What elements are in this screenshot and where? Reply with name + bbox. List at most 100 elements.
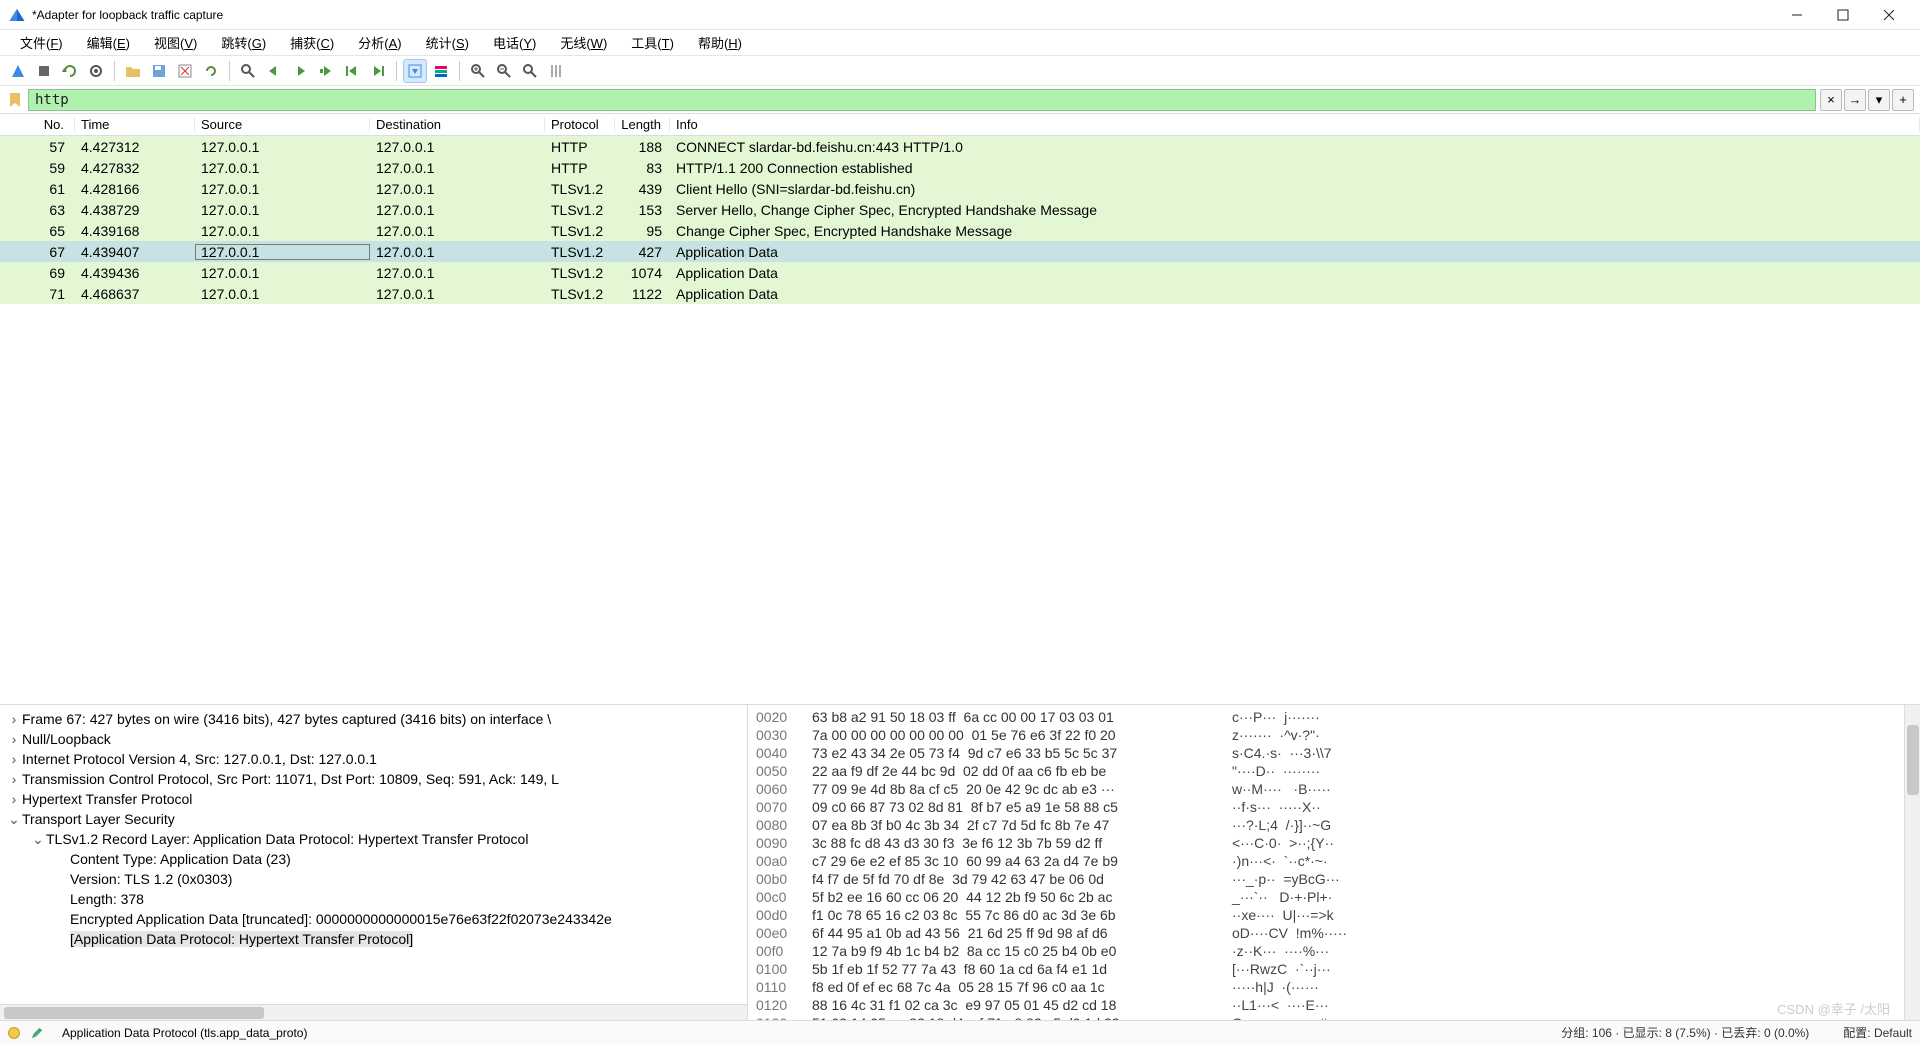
minimize-button[interactable] <box>1774 0 1820 30</box>
tree-item[interactable]: ⌄Transport Layer Security <box>0 809 747 829</box>
zoom-reset-icon[interactable] <box>518 59 542 83</box>
tree-item[interactable]: Encrypted Application Data [truncated]: … <box>0 909 747 929</box>
hex-row[interactable]: 01005b 1f eb 1f 52 77 7a 43 f8 60 1a cd … <box>756 961 1912 979</box>
go-to-packet-icon[interactable] <box>314 59 338 83</box>
hex-row[interactable]: 00f012 7a b9 f9 4b 1c b4 b2 8a cc 15 c0 … <box>756 943 1912 961</box>
hex-row[interactable]: 013051 02 14 05 ae 82 18 d4 ef 71 a8 82 … <box>756 1015 1912 1020</box>
tree-hscrollbar[interactable] <box>0 1004 747 1020</box>
column-no[interactable]: No. <box>0 117 75 132</box>
menu-item[interactable]: 视图(V) <box>142 30 209 55</box>
hex-row[interactable]: 00e06f 44 95 a1 0b ad 43 56 21 6d 25 ff … <box>756 925 1912 943</box>
menu-item[interactable]: 捕获(C) <box>278 30 346 55</box>
packet-row[interactable]: 654.439168127.0.0.1127.0.0.1TLSv1.295Cha… <box>0 220 1920 241</box>
hex-row[interactable]: 006077 09 9e 4d 8b 8a cf c5 20 0e 42 9c … <box>756 781 1912 799</box>
start-capture-icon[interactable] <box>6 59 30 83</box>
packet-row[interactable]: 694.439436127.0.0.1127.0.0.1TLSv1.21074A… <box>0 262 1920 283</box>
filter-clear-button[interactable]: × <box>1820 89 1842 111</box>
tree-item[interactable]: ›Hypertext Transfer Protocol <box>0 789 747 809</box>
hex-row[interactable]: 00a0c7 29 6e e2 ef 85 3c 10 60 99 a4 63 … <box>756 853 1912 871</box>
zoom-in-icon[interactable] <box>466 59 490 83</box>
chevron-right-icon[interactable]: › <box>6 711 22 727</box>
chevron-right-icon[interactable]: › <box>6 751 22 767</box>
tree-item[interactable]: Length: 378 <box>0 889 747 909</box>
menu-item[interactable]: 统计(S) <box>414 30 481 55</box>
menu-item[interactable]: 跳转(G) <box>209 30 278 55</box>
menu-item[interactable]: 电话(Y) <box>481 30 548 55</box>
go-last-icon[interactable] <box>366 59 390 83</box>
zoom-out-icon[interactable] <box>492 59 516 83</box>
column-length[interactable]: Length <box>615 117 670 132</box>
hex-row[interactable]: 012088 16 4c 31 f1 02 ca 3c e9 97 05 01 … <box>756 997 1912 1015</box>
menu-item[interactable]: 文件(F) <box>8 30 75 55</box>
packet-row[interactable]: 634.438729127.0.0.1127.0.0.1TLSv1.2153Se… <box>0 199 1920 220</box>
column-destination[interactable]: Destination <box>370 117 545 132</box>
go-forward-icon[interactable] <box>288 59 312 83</box>
menu-item[interactable]: 帮助(H) <box>686 30 754 55</box>
column-source[interactable]: Source <box>195 117 370 132</box>
find-packet-icon[interactable] <box>236 59 260 83</box>
column-protocol[interactable]: Protocol <box>545 117 615 132</box>
hex-row[interactable]: 00903c 88 fc d8 43 d3 30 f3 3e f6 12 3b … <box>756 835 1912 853</box>
close-button[interactable] <box>1866 0 1912 30</box>
menu-item[interactable]: 分析(A) <box>346 30 413 55</box>
packet-bytes-pane[interactable]: 002063 b8 a2 91 50 18 03 ff 6a cc 00 00 … <box>748 705 1920 1020</box>
filter-apply-button[interactable]: → <box>1844 89 1866 111</box>
stop-capture-icon[interactable] <box>32 59 56 83</box>
tree-item[interactable]: Content Type: Application Data (23) <box>0 849 747 869</box>
hex-row[interactable]: 008007 ea 8b 3f b0 4c 3b 34 2f c7 7d 5d … <box>756 817 1912 835</box>
chevron-right-icon[interactable]: › <box>6 731 22 747</box>
go-back-icon[interactable] <box>262 59 286 83</box>
chevron-right-icon[interactable]: › <box>6 771 22 787</box>
tree-item[interactable]: ›Null/Loopback <box>0 729 747 749</box>
go-first-icon[interactable] <box>340 59 364 83</box>
packet-row[interactable]: 674.439407127.0.0.1127.0.0.1TLSv1.2427Ap… <box>0 241 1920 262</box>
filter-bookmark-icon[interactable] <box>6 91 24 109</box>
restart-capture-icon[interactable] <box>58 59 82 83</box>
reload-file-icon[interactable] <box>199 59 223 83</box>
hex-row[interactable]: 007009 c0 66 87 73 02 8d 81 8f b7 e5 a9 … <box>756 799 1912 817</box>
edit-icon[interactable] <box>30 1026 44 1040</box>
filter-add-button[interactable]: + <box>1892 89 1914 111</box>
tree-item[interactable]: ›Frame 67: 427 bytes on wire (3416 bits)… <box>0 709 747 729</box>
status-profile[interactable]: 配置: Default <box>1843 1024 1912 1041</box>
tree-item[interactable]: Version: TLS 1.2 (0x0303) <box>0 869 747 889</box>
packet-details-tree[interactable]: ›Frame 67: 427 bytes on wire (3416 bits)… <box>0 705 748 1020</box>
hex-row[interactable]: 00d0f1 0c 78 65 16 c2 03 8c 55 7c 86 d0 … <box>756 907 1912 925</box>
tree-item[interactable]: ›Transmission Control Protocol, Src Port… <box>0 769 747 789</box>
hex-row[interactable]: 002063 b8 a2 91 50 18 03 ff 6a cc 00 00 … <box>756 709 1912 727</box>
maximize-button[interactable] <box>1820 0 1866 30</box>
column-info[interactable]: Info <box>670 117 1920 132</box>
tree-item[interactable]: ›Internet Protocol Version 4, Src: 127.0… <box>0 749 747 769</box>
column-time[interactable]: Time <box>75 117 195 132</box>
hex-row[interactable]: 00c05f b2 ee 16 60 cc 06 20 44 12 2b f9 … <box>756 889 1912 907</box>
menu-item[interactable]: 编辑(E) <box>75 30 142 55</box>
resize-columns-icon[interactable] <box>544 59 568 83</box>
hex-row[interactable]: 004073 e2 43 34 2e 05 73 f4 9d c7 e6 33 … <box>756 745 1912 763</box>
hex-row[interactable]: 00b0f4 f7 de 5f fd 70 df 8e 3d 79 42 63 … <box>756 871 1912 889</box>
hex-vscrollbar[interactable] <box>1904 705 1920 1020</box>
tree-label: Length: 378 <box>70 891 144 907</box>
packet-row[interactable]: 614.428166127.0.0.1127.0.0.1TLSv1.2439Cl… <box>0 178 1920 199</box>
chevron-down-icon[interactable]: ⌄ <box>6 811 22 828</box>
hex-row[interactable]: 0110f8 ed 0f ef ec 68 7c 4a 05 28 15 7f … <box>756 979 1912 997</box>
packet-row[interactable]: 594.427832127.0.0.1127.0.0.1HTTP83HTTP/1… <box>0 157 1920 178</box>
tree-item[interactable]: ⌄TLSv1.2 Record Layer: Application Data … <box>0 829 747 849</box>
expert-info-icon[interactable] <box>8 1027 20 1039</box>
menu-item[interactable]: 无线(W) <box>548 30 619 55</box>
chevron-down-icon[interactable]: ⌄ <box>30 831 46 848</box>
open-file-icon[interactable] <box>121 59 145 83</box>
auto-scroll-icon[interactable] <box>403 59 427 83</box>
filter-dropdown-button[interactable]: ▾ <box>1868 89 1890 111</box>
tree-item[interactable]: [Application Data Protocol: Hypertext Tr… <box>0 929 747 949</box>
packet-row[interactable]: 574.427312127.0.0.1127.0.0.1HTTP188CONNE… <box>0 136 1920 157</box>
hex-row[interactable]: 00307a 00 00 00 00 00 00 00 01 5e 76 e6 … <box>756 727 1912 745</box>
save-file-icon[interactable] <box>147 59 171 83</box>
close-file-icon[interactable] <box>173 59 197 83</box>
colorize-icon[interactable] <box>429 59 453 83</box>
menu-item[interactable]: 工具(T) <box>619 30 686 55</box>
hex-row[interactable]: 005022 aa f9 df 2e 44 bc 9d 02 dd 0f aa … <box>756 763 1912 781</box>
display-filter-input[interactable] <box>28 89 1816 111</box>
packet-row[interactable]: 714.468637127.0.0.1127.0.0.1TLSv1.21122A… <box>0 283 1920 304</box>
capture-options-icon[interactable] <box>84 59 108 83</box>
chevron-right-icon[interactable]: › <box>6 791 22 807</box>
